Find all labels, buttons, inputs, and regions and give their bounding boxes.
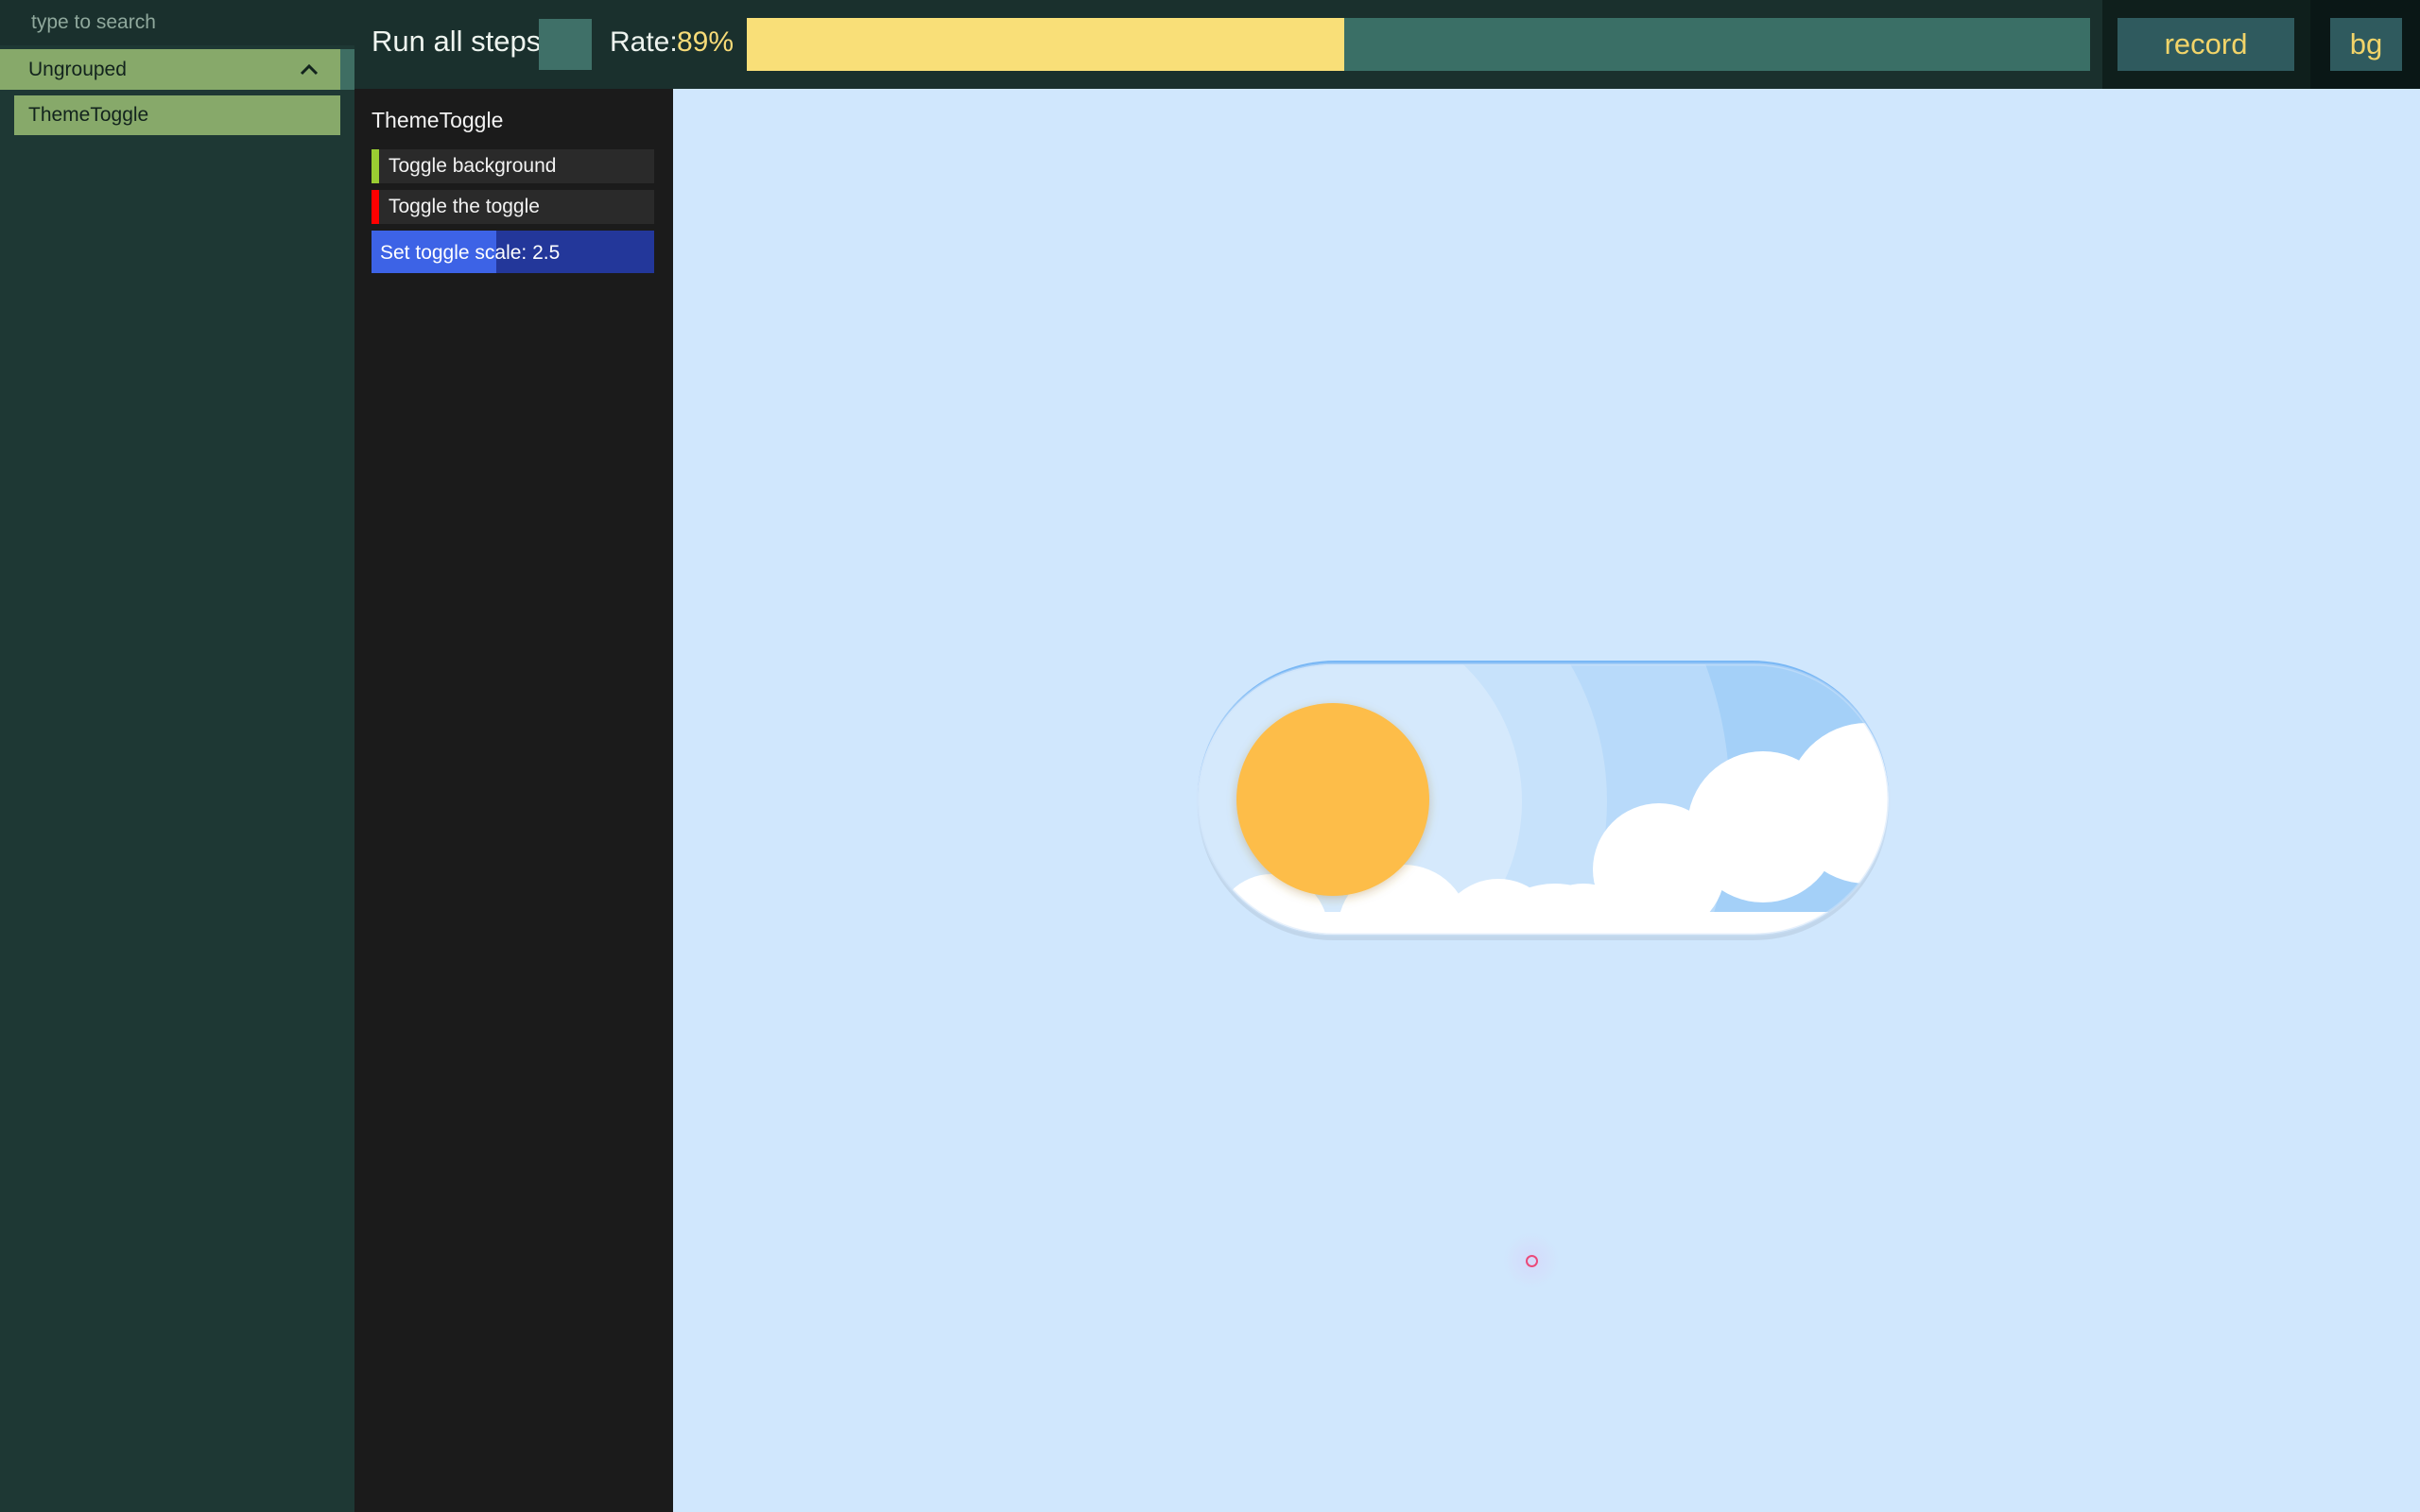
rate-label: Rate: bbox=[610, 26, 678, 58]
step-label: Toggle background bbox=[389, 155, 557, 177]
chevron-up-icon[interactable] bbox=[299, 60, 320, 80]
rate-value: 89% bbox=[677, 26, 735, 58]
sun-icon bbox=[1236, 703, 1429, 896]
sidebar-item-themetoggle[interactable]: ThemeToggle bbox=[14, 95, 340, 135]
group-label: Ungrouped bbox=[28, 58, 127, 80]
theme-toggle[interactable] bbox=[1186, 657, 1900, 940]
search-input[interactable] bbox=[0, 0, 354, 45]
group-header-edge bbox=[340, 49, 354, 90]
story-title: ThemeToggle bbox=[372, 108, 504, 132]
record-button[interactable]: record bbox=[2118, 18, 2294, 71]
toolbar: Run all steps Rate: 89% record bg bbox=[354, 0, 2420, 89]
step-label: Set toggle scale: 2.5 bbox=[380, 242, 561, 264]
run-all-steps-label: Run all steps bbox=[372, 25, 542, 58]
step-status-indicator bbox=[372, 190, 379, 224]
run-all-steps-button[interactable] bbox=[539, 19, 592, 70]
rate-slider[interactable] bbox=[747, 18, 2090, 71]
bg-button[interactable]: bg bbox=[2330, 18, 2402, 71]
step-toggle-the-toggle[interactable]: Toggle the toggle bbox=[372, 190, 654, 224]
step-label: Toggle the toggle bbox=[389, 196, 540, 217]
rate-slider-fill bbox=[747, 18, 1345, 71]
step-status-indicator bbox=[372, 149, 379, 183]
step-set-toggle-scale[interactable]: Set toggle scale: 2.5 bbox=[372, 231, 654, 273]
group-header-ungrouped[interactable]: Ungrouped bbox=[0, 49, 340, 90]
sidebar: Ungrouped ThemeToggle bbox=[0, 0, 354, 1512]
cursor-indicator-icon bbox=[1503, 1232, 1560, 1289]
steps-panel: ThemeToggle Toggle background Toggle the… bbox=[354, 89, 673, 1512]
step-toggle-background[interactable]: Toggle background bbox=[372, 149, 654, 183]
sidebar-item-label: ThemeToggle bbox=[28, 104, 149, 126]
